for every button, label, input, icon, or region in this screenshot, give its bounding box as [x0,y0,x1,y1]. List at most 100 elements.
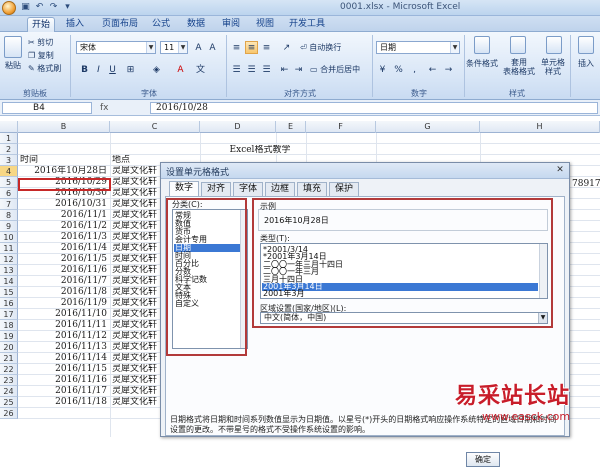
place-cell[interactable]: 灵犀文化轩 [110,353,160,364]
orientation-icon[interactable]: ↗ [280,41,293,54]
place-cell[interactable]: 灵犀文化轩 [110,375,160,386]
copy-button[interactable]: ❐ 复制 [28,50,54,61]
header-time-cell[interactable]: 时间 [18,155,110,166]
row-header[interactable]: 4 [0,166,18,177]
format-painter-button[interactable]: ✎ 格式刷 [28,63,61,74]
name-box[interactable]: B4 [2,102,92,114]
row-header[interactable]: 15 [0,287,18,298]
undo-icon[interactable]: ↶ [34,2,45,13]
row-header[interactable]: 22 [0,364,18,375]
font-name-combo[interactable]: 宋体 ▼ [76,41,156,54]
place-cell[interactable]: 灵犀文化轩 [110,298,160,309]
date-cell[interactable]: 2016/11/5 [18,254,110,265]
row-header[interactable]: 11 [0,243,18,254]
underline-button[interactable]: U [106,63,119,76]
cell-styles-button[interactable]: 单元格 样式 [541,58,565,76]
tab-home[interactable]: 开始 [27,17,55,32]
date-cell[interactable]: 2016/11/8 [18,287,110,298]
date-cell[interactable]: 2016/11/3 [18,232,110,243]
align-left-icon[interactable]: ☰ [230,63,243,76]
align-bottom-icon[interactable]: ≡ [260,41,273,54]
column-header-f[interactable]: F [306,121,376,133]
date-cell[interactable]: 2016/11/4 [18,243,110,254]
place-cell[interactable]: 灵犀文化轩 [110,386,160,397]
place-cell[interactable]: 灵犀文化轩 [110,221,160,232]
row-header[interactable]: 25 [0,397,18,408]
row-header[interactable]: 12 [0,254,18,265]
place-cell[interactable]: 灵犀文化轩 [110,331,160,342]
date-cell[interactable]: 2016/11/18 [18,397,110,408]
grow-font-button[interactable]: A [192,41,205,54]
row-header[interactable]: 6 [0,188,18,199]
font-size-combo[interactable]: 11 ▼ [160,41,188,54]
tab-insert[interactable]: 插入 [62,17,88,32]
date-cell[interactable]: 2016/11/15 [18,364,110,375]
formula-input[interactable]: 2016/10/28 [150,102,598,114]
date-cell[interactable]: 2016/11/16 [18,375,110,386]
currency-icon[interactable]: ¥ [376,63,389,76]
date-cell[interactable]: 2016/11/1 [18,210,110,221]
row-header[interactable]: 18 [0,320,18,331]
select-all-corner[interactable] [0,121,18,133]
date-cell[interactable]: 2016/11/10 [18,309,110,320]
date-cell[interactable]: 2016/11/14 [18,353,110,364]
date-cell[interactable]: 2016/11/9 [18,298,110,309]
insert-cells-button[interactable]: 插入 [578,58,594,69]
paste-icon[interactable] [4,36,22,58]
ok-button[interactable]: 确定 [466,452,500,467]
place-cell[interactable]: 灵犀文化轩 [110,276,160,287]
increase-decimal-icon[interactable]: ← [426,63,439,76]
sheet-heading[interactable]: Excel格式教学 [200,145,320,156]
tab-developer[interactable]: 开发工具 [285,17,329,32]
tab-view[interactable]: 视图 [252,17,278,32]
percent-icon[interactable]: % [392,63,405,76]
fill-color-icon[interactable]: ◈ [150,63,163,76]
place-cell[interactable]: 灵犀文化轩 [110,166,160,177]
borders-icon[interactable]: ⊞ [124,63,137,76]
fx-icon[interactable]: fx [100,102,140,114]
place-cell[interactable]: 灵犀文化轩 [110,265,160,276]
row-header[interactable]: 10 [0,232,18,243]
place-cell[interactable]: 灵犀文化轩 [110,177,160,188]
row-header[interactable]: 26 [0,408,18,419]
tab-data[interactable]: 数据 [183,17,209,32]
date-cell[interactable]: 2016/11/7 [18,276,110,287]
dialog-tab-protection[interactable]: 保护 [329,182,359,196]
place-cell[interactable]: 灵犀文化轩 [110,254,160,265]
place-cell[interactable]: 灵犀文化轩 [110,210,160,221]
cell-styles-icon[interactable] [546,36,562,54]
row-header[interactable]: 9 [0,221,18,232]
tab-review[interactable]: 审阅 [218,17,244,32]
place-cell[interactable]: 灵犀文化轩 [110,287,160,298]
column-header-h[interactable]: H [480,121,600,133]
place-cell[interactable]: 灵犀文化轩 [110,342,160,353]
date-cell[interactable]: 2016/10/31 [18,199,110,210]
row-header[interactable]: 5 [0,177,18,188]
merge-center-button[interactable]: ▭ 合并后居中 [310,64,360,75]
place-cell[interactable]: 灵犀文化轩 [110,188,160,199]
row-header[interactable]: 1 [0,133,18,144]
shrink-font-button[interactable]: A [206,41,219,54]
close-icon[interactable]: ✕ [554,165,566,176]
place-cell[interactable]: 灵犀文化轩 [110,397,160,408]
place-cell[interactable]: 灵犀文化轩 [110,243,160,254]
tab-formulas[interactable]: 公式 [148,17,174,32]
cut-button[interactable]: ✂ 剪切 [28,37,53,48]
conditional-format-button[interactable]: 条件格式 [466,58,498,69]
row-header[interactable]: 20 [0,342,18,353]
row-header[interactable]: 8 [0,210,18,221]
far-right-value[interactable]: 789170 [572,179,600,190]
place-cell[interactable]: 灵犀文化轩 [110,320,160,331]
column-header-d[interactable]: D [200,121,276,133]
decrease-indent-icon[interactable]: ⇤ [278,63,291,76]
font-color-icon[interactable]: A [174,63,187,76]
align-top-icon[interactable]: ≡ [230,41,243,54]
place-cell[interactable]: 灵犀文化轩 [110,232,160,243]
wrap-text-button[interactable]: ⏎ 自动换行 [300,42,341,53]
dialog-tab-alignment[interactable]: 对齐 [201,182,231,196]
column-header-g[interactable]: G [376,121,480,133]
align-middle-icon[interactable]: ≡ [245,41,258,54]
dialog-tab-font[interactable]: 字体 [233,182,263,196]
office-button-icon[interactable] [2,1,16,15]
column-header-b[interactable]: B [18,121,110,133]
